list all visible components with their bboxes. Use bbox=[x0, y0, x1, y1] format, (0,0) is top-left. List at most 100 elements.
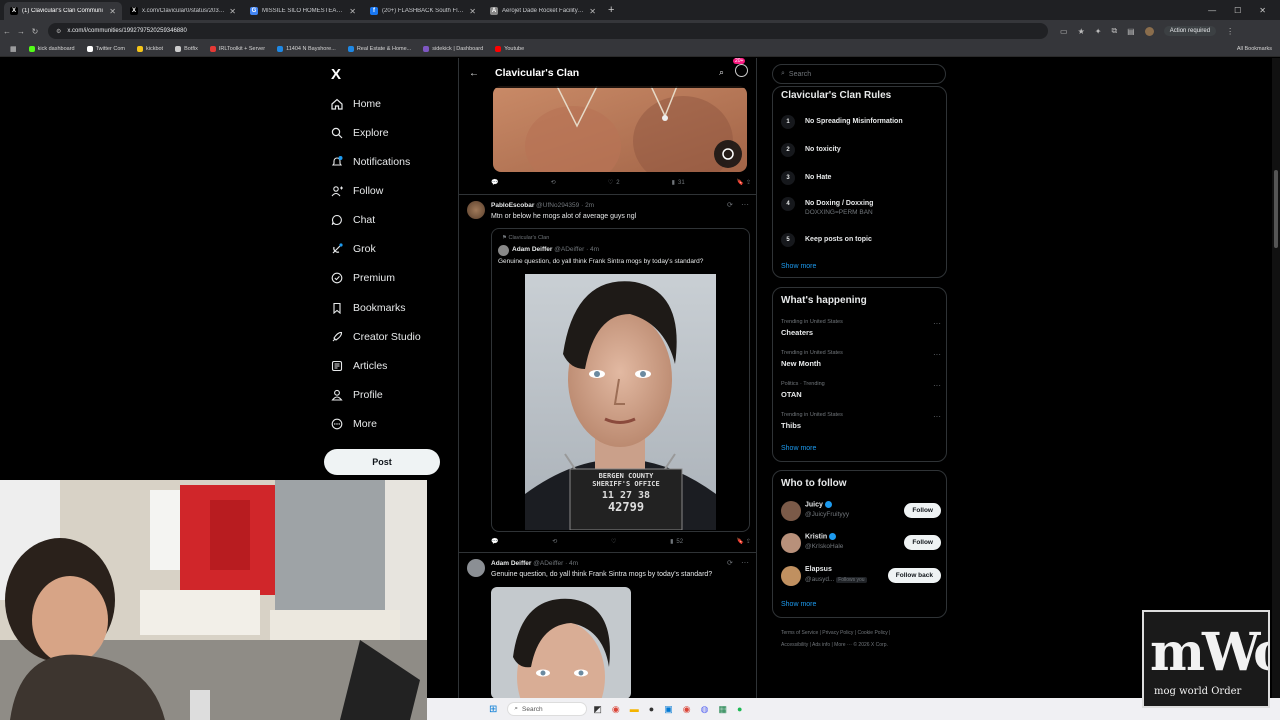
close-tab-icon[interactable]: ✕ bbox=[229, 7, 236, 16]
bookmark-item[interactable]: IRLToolkit + Server bbox=[209, 46, 265, 52]
minimize-icon[interactable]: — bbox=[1208, 6, 1216, 15]
who-to-follow-item[interactable]: Elapsus @ausyd... Follows you Follow back bbox=[781, 564, 941, 588]
bookmark-item[interactable]: 11404 N Bayshore... bbox=[277, 46, 336, 52]
browser-tab[interactable]: f (20+) FLASHBACK South Florid ✕ bbox=[364, 2, 482, 20]
trend-item[interactable]: Trending in United States Cheaters ··· bbox=[781, 319, 941, 337]
discord-icon[interactable]: ◍ bbox=[701, 704, 709, 715]
author-name[interactable]: PabloEscobar bbox=[491, 202, 534, 209]
nav-item-creator-studio[interactable]: Creator Studio bbox=[330, 327, 421, 347]
app-icon[interactable]: ▦ bbox=[718, 704, 727, 715]
who-to-follow-item[interactable]: Kristin @KrIskoHale Follow bbox=[781, 531, 941, 555]
trend-more-icon[interactable]: ··· bbox=[933, 350, 941, 359]
forward-icon[interactable]: → bbox=[14, 27, 28, 36]
nav-item-more[interactable]: More bbox=[330, 414, 377, 434]
cast-icon[interactable]: ▭ bbox=[1060, 27, 1068, 36]
author-handle[interactable]: @ADeiffer bbox=[533, 560, 563, 567]
site-info-icon[interactable]: ⚙ bbox=[56, 28, 61, 35]
browser-tab[interactable]: X (1) Clavicular's Clan Communi ✕ bbox=[4, 2, 122, 20]
more-options-icon[interactable]: ··· bbox=[741, 200, 749, 209]
windows-start-icon[interactable]: ⊞ bbox=[489, 704, 497, 715]
sidepanel-icon[interactable]: ▤ bbox=[1127, 27, 1135, 36]
trend-more-icon[interactable]: ··· bbox=[933, 319, 941, 328]
browser-tab[interactable]: Xx.com/Clavicular0/status/20391 ✕ bbox=[124, 2, 242, 20]
menu-dots-icon[interactable]: ⋮ bbox=[1226, 27, 1234, 36]
close-tab-icon[interactable]: ✕ bbox=[349, 7, 356, 16]
obs-icon[interactable]: ● bbox=[649, 704, 654, 714]
footer-links-2[interactable]: Accessibility | Ads info | More ··· © 20… bbox=[781, 642, 888, 648]
views-count[interactable]: ▮ 31 bbox=[672, 179, 685, 187]
action-required-button[interactable]: Action required bbox=[1163, 26, 1217, 36]
community-members-icon[interactable]: 20+ bbox=[733, 58, 748, 77]
follow-button[interactable]: Follow back bbox=[887, 568, 941, 583]
follow-button[interactable]: Follow bbox=[904, 535, 941, 550]
author-handle[interactable]: @UfNo294359 bbox=[536, 202, 579, 209]
more-options-icon[interactable]: ··· bbox=[741, 558, 749, 567]
footer-links[interactable]: Terms of Service | Privacy Policy | Cook… bbox=[781, 630, 890, 636]
nav-item-bookmarks[interactable]: Bookmarks bbox=[330, 298, 406, 318]
author-name[interactable]: Adam Deiffer bbox=[491, 560, 531, 567]
all-bookmarks-button[interactable]: All Bookmarks bbox=[1237, 46, 1280, 52]
quoted-post[interactable]: ⚑ Clavicular's Clan Adam Deiffer @ADeiff… bbox=[491, 228, 750, 532]
bookmark-item[interactable]: Botfix bbox=[175, 46, 198, 52]
account-name[interactable]: Kristin bbox=[805, 533, 827, 540]
avatar[interactable] bbox=[781, 501, 801, 521]
reply-icon[interactable]: 💬 bbox=[491, 538, 498, 545]
trend-more-icon[interactable]: ··· bbox=[933, 381, 941, 390]
url-field[interactable]: ⚙ x.com/i/communities/199279752025934688… bbox=[48, 23, 1048, 39]
trend-item[interactable]: Politics · Trending OTAN ··· bbox=[781, 381, 941, 399]
profile-avatar-icon[interactable] bbox=[1144, 26, 1154, 36]
nav-item-profile[interactable]: Profile bbox=[330, 385, 383, 405]
post-image[interactable] bbox=[491, 587, 631, 698]
grok-icon[interactable]: ⟳ bbox=[727, 201, 733, 209]
browser-icon[interactable]: ◉ bbox=[683, 704, 691, 715]
nav-item-follow[interactable]: Follow bbox=[330, 181, 383, 201]
bookmark-icon[interactable]: 🔖 ⇪ bbox=[737, 179, 751, 186]
post-button[interactable]: Post bbox=[324, 449, 440, 475]
search-input[interactable]: ⌕ Search bbox=[772, 64, 946, 84]
close-tab-icon[interactable]: ✕ bbox=[589, 7, 596, 16]
browser-tab[interactable]: G MISSILE SILO HOMESTEAD - Ga ✕ bbox=[244, 2, 362, 20]
show-more-rules[interactable]: Show more bbox=[781, 263, 816, 270]
reply-icon[interactable]: 💬 bbox=[491, 179, 498, 186]
star-icon[interactable]: ★ bbox=[1078, 27, 1085, 36]
repost-icon[interactable]: ⟲ bbox=[552, 538, 557, 545]
taskbar-search-input[interactable]: ⌕ Search bbox=[507, 702, 588, 716]
back-icon[interactable]: ← bbox=[0, 27, 14, 36]
bookmark-item[interactable]: Youtube bbox=[495, 46, 524, 52]
grok-icon[interactable]: ⟳ bbox=[727, 559, 733, 567]
store-icon[interactable]: ▣ bbox=[664, 704, 673, 715]
avatar[interactable] bbox=[467, 559, 485, 577]
bookmark-item[interactable]: sidekick | Dashboard bbox=[423, 46, 483, 52]
trend-item[interactable]: Trending in United States Thibs ··· bbox=[781, 412, 941, 430]
account-name[interactable]: Juicy bbox=[805, 501, 823, 508]
close-tab-icon[interactable]: ✕ bbox=[469, 7, 476, 16]
trend-item[interactable]: Trending in United States New Month ··· bbox=[781, 350, 941, 368]
rule-item[interactable]: 2 No toxicity bbox=[781, 143, 841, 157]
show-more-trends[interactable]: Show more bbox=[781, 445, 816, 452]
nav-item-explore[interactable]: Explore bbox=[330, 123, 389, 143]
like-icon[interactable]: ♡ bbox=[611, 538, 616, 545]
extension-icon[interactable]: ✦ bbox=[1095, 27, 1102, 36]
bookmark-item[interactable]: Twitter Com bbox=[86, 46, 125, 52]
nav-item-grok[interactable]: Grok bbox=[330, 239, 376, 259]
avatar[interactable] bbox=[467, 201, 485, 219]
bookmark-icon[interactable]: 🔖 ⇪ bbox=[737, 538, 751, 545]
back-arrow-icon[interactable]: ← bbox=[469, 68, 479, 79]
bookmark-item[interactable]: Real Estate & Home... bbox=[347, 46, 411, 52]
nav-item-notifications[interactable]: Notifications bbox=[330, 152, 410, 172]
apps-icon[interactable]: ▦ bbox=[10, 45, 17, 53]
rule-item[interactable]: 3 No Hate bbox=[781, 171, 831, 185]
quote-author-name[interactable]: Adam Deiffer bbox=[512, 246, 552, 253]
avatar[interactable] bbox=[498, 245, 509, 256]
repost-icon[interactable]: ⟲ bbox=[551, 179, 556, 186]
new-tab-button[interactable]: + bbox=[602, 4, 620, 16]
rule-item[interactable]: 4 No Doxing / Doxxing DOXXING=PERM BAN bbox=[781, 197, 873, 219]
chrome-icon[interactable]: ◉ bbox=[612, 704, 620, 715]
trend-more-icon[interactable]: ··· bbox=[933, 412, 941, 421]
nav-item-chat[interactable]: Chat bbox=[330, 210, 375, 230]
account-name[interactable]: Elapsus bbox=[805, 566, 832, 573]
x-logo[interactable]: X bbox=[331, 66, 341, 83]
bookmark-item[interactable]: kick dashboard bbox=[28, 46, 75, 52]
quote-author-handle[interactable]: @ADeiffer bbox=[554, 246, 584, 253]
nav-item-home[interactable]: Home bbox=[330, 94, 381, 114]
